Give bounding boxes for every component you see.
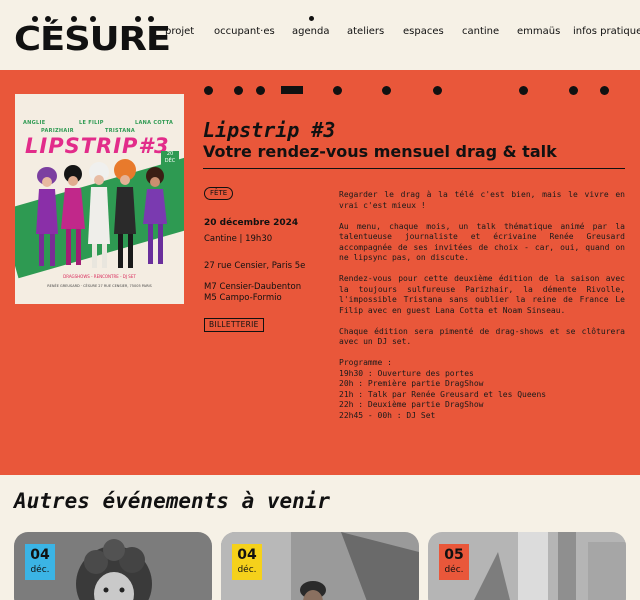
event-date: 20 décembre 2024 — [204, 218, 299, 228]
event-date-badge: 05 déc. — [439, 544, 469, 580]
poster-footer-info: RENÉE GREUSARD · CÉSURE 27 RUE CENSIER, … — [47, 284, 152, 288]
event-month: déc. — [237, 565, 257, 575]
decor-dot — [256, 86, 265, 95]
event-month: déc. — [30, 565, 50, 575]
site-header: CÉSURE projet occupant·es agenda atelier… — [0, 0, 640, 70]
upcoming-event-card[interactable]: 04 déc. — [221, 532, 419, 600]
program-item: 22h45 - 00h : DJ Set — [339, 410, 436, 420]
nav-item-agenda[interactable]: agenda — [292, 16, 330, 37]
nav-item-infos-pratiques[interactable]: infos pratiques — [573, 26, 640, 37]
program-heading: Programme : — [339, 358, 392, 367]
event-date-badge: 04 déc. — [232, 544, 262, 580]
event-category-tag[interactable]: FÊTE — [204, 187, 234, 200]
program-item: 22h : Deuxième partie DragShow — [339, 400, 484, 409]
upcoming-event-card[interactable]: 05 déc. — [428, 532, 626, 600]
event-program: Programme : 19h30 : Ouverture des portes… — [339, 358, 625, 421]
decor-dash — [281, 86, 303, 94]
decor-dot — [519, 86, 528, 95]
event-hero: ANGLIE LE FILIP LANA COTTA PARIZHAIR TRI… — [0, 70, 640, 475]
logo-wordmark: CÉSURE — [14, 19, 171, 58]
description-paragraph: Au menu, chaque mois, un talk thématique… — [339, 221, 625, 263]
decor-dot — [382, 86, 391, 95]
event-poster: ANGLIE LE FILIP LANA COTTA PARIZHAIR TRI… — [15, 94, 184, 304]
event-title: Lipstrip #3 — [203, 118, 336, 142]
program-item: 19h30 : Ouverture des portes — [339, 368, 474, 378]
site-logo[interactable]: CÉSURE — [14, 14, 171, 58]
event-address: 27 rue Censier, Paris 5e — [204, 261, 306, 271]
title-divider — [203, 168, 625, 169]
ticket-button[interactable]: BILLETTERIE — [204, 318, 264, 332]
nav-item-emmaus[interactable]: emmaüs — [517, 26, 560, 37]
description-paragraph: Chaque édition sera pimenté de drag-show… — [339, 326, 625, 347]
program-item: 20h : Première partie DragShow — [339, 379, 484, 388]
decor-dot — [333, 86, 342, 95]
poster-performers-illustration — [36, 159, 167, 268]
event-description: Regarder le drag à la télé c'est bien, m… — [339, 190, 625, 421]
event-subtitle: Votre rendez-vous mensuel drag & talk — [203, 142, 557, 161]
decor-dot — [234, 86, 243, 95]
event-time-location: Cantine | 19h30 — [204, 234, 273, 244]
active-indicator-dot — [309, 16, 314, 21]
nav-item-occupants[interactable]: occupant·es — [214, 26, 275, 37]
poster-footer: DRAGSHOWS - RENCONTRE - DJ SET — [63, 274, 136, 279]
decor-dot — [204, 86, 213, 95]
decor-dot — [600, 86, 609, 95]
event-date-badge: 04 déc. — [25, 544, 55, 580]
event-metro-1: M7 Censier-Daubenton — [204, 282, 302, 292]
program-item: 21h : Talk par Renée Greusard et les Que… — [339, 389, 547, 399]
event-day: 04 — [30, 547, 50, 563]
nav-item-projet[interactable]: projet — [165, 26, 194, 37]
nav-item-espaces[interactable]: espaces — [403, 26, 444, 37]
upcoming-event-card[interactable]: 04 déc. — [14, 532, 212, 600]
nav-item-cantine[interactable]: cantine — [462, 26, 499, 37]
description-paragraph: Regarder le drag à la télé c'est bien, m… — [339, 190, 625, 210]
event-day: 04 — [237, 547, 257, 563]
description-paragraph: Rendez-vous pour cette deuxième édition … — [339, 274, 625, 315]
decor-dot — [433, 86, 442, 95]
event-metro-2: M5 Campo-Formio — [204, 293, 282, 303]
nav-item-label: agenda — [292, 26, 330, 37]
event-month: déc. — [444, 565, 464, 575]
decor-dot — [569, 86, 578, 95]
event-day: 05 — [444, 547, 464, 563]
upcoming-events-heading: Autres événements à venir — [14, 489, 331, 513]
nav-item-ateliers[interactable]: ateliers — [347, 26, 384, 37]
